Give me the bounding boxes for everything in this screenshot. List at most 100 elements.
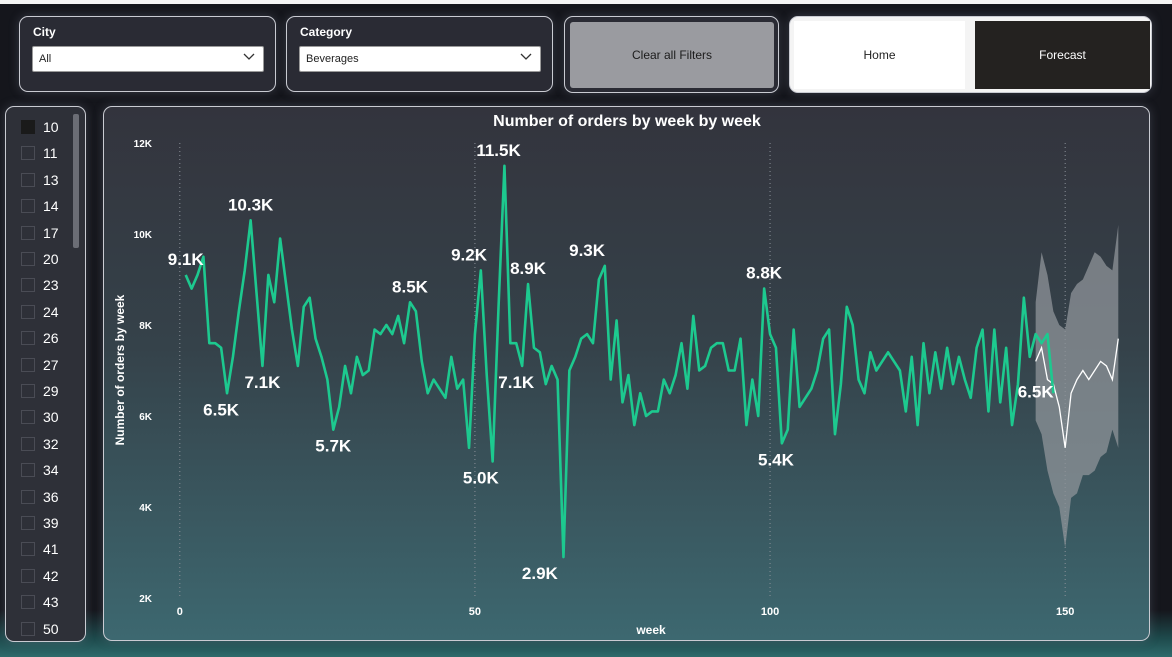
data-label: 7.1K xyxy=(244,373,281,392)
week-checkbox[interactable] xyxy=(21,516,35,530)
week-item-13[interactable]: 13 xyxy=(21,170,76,190)
week-label: 50 xyxy=(43,620,59,637)
data-label: 11.5K xyxy=(476,141,521,160)
week-label: 39 xyxy=(43,515,59,531)
week-item-42[interactable]: 42 xyxy=(21,566,76,586)
week-checkbox[interactable] xyxy=(21,410,35,425)
data-label: 9.1K xyxy=(168,250,205,269)
week-checkbox[interactable] xyxy=(21,436,35,451)
week-checkbox[interactable] xyxy=(21,172,35,187)
week-item-50[interactable]: 50 xyxy=(21,619,76,639)
y-tick-label: 10K xyxy=(134,230,153,241)
y-tick-label: 12K xyxy=(134,139,153,150)
week-item-34[interactable]: 34 xyxy=(21,460,76,480)
orders-chart-card: Number of orders by week by week Number … xyxy=(103,106,1150,641)
chart-title: Number of orders by week by week xyxy=(493,113,761,130)
x-tick-label: 50 xyxy=(469,606,481,618)
week-item-36[interactable]: 36 xyxy=(21,487,76,507)
week-checkbox[interactable] xyxy=(21,331,35,346)
week-checkbox[interactable] xyxy=(21,463,35,478)
data-label: 2.9K xyxy=(522,564,559,583)
week-label: 30 xyxy=(43,409,59,426)
category-dropdown[interactable]: Beverages xyxy=(299,46,541,72)
clear-filters-button[interactable]: Clear all Filters xyxy=(570,22,774,88)
data-label: 6.5K xyxy=(1018,382,1055,401)
y-tick-label: 4K xyxy=(139,503,153,514)
x-tick-label: 100 xyxy=(761,606,779,618)
week-item-10[interactable]: 10 xyxy=(21,117,76,137)
city-slicer-title: City xyxy=(33,25,56,39)
week-item-29[interactable]: 29 xyxy=(21,381,76,401)
top-border xyxy=(0,0,1172,4)
week-item-23[interactable]: 23 xyxy=(21,275,76,295)
data-label: 8.9K xyxy=(510,259,547,278)
week-label: 27 xyxy=(43,356,59,373)
week-label: 26 xyxy=(43,330,59,347)
week-item-27[interactable]: 27 xyxy=(21,355,76,375)
week-label: 34 xyxy=(43,462,59,479)
week-item-32[interactable]: 32 xyxy=(21,434,76,454)
week-label: 14 xyxy=(43,198,59,215)
week-item-14[interactable]: 14 xyxy=(21,196,76,216)
city-slicer: City All xyxy=(19,16,276,92)
week-checkbox[interactable] xyxy=(21,278,35,293)
week-item-41[interactable]: 41 xyxy=(21,539,76,559)
home-nav-button[interactable]: Home xyxy=(794,21,965,89)
data-label: 9.2K xyxy=(451,245,488,264)
forecast-nav-button[interactable]: Forecast xyxy=(975,21,1150,89)
week-checkbox[interactable] xyxy=(21,621,35,636)
city-dropdown-value: All xyxy=(39,53,52,65)
week-checkbox[interactable] xyxy=(21,542,35,557)
week-item-43[interactable]: 43 xyxy=(21,592,76,612)
data-label: 5.0K xyxy=(463,469,500,488)
page-navigator: Home Forecast xyxy=(789,16,1152,93)
week-checkbox[interactable] xyxy=(21,146,35,161)
week-item-24[interactable]: 24 xyxy=(21,302,76,322)
week-item-17[interactable]: 17 xyxy=(21,223,76,243)
week-checkbox[interactable] xyxy=(21,199,35,214)
data-label: 5.4K xyxy=(758,450,795,469)
orders-series-line xyxy=(184,164,1055,559)
week-label: 42 xyxy=(43,567,59,584)
chevron-down-icon xyxy=(243,53,255,60)
city-dropdown[interactable]: All xyxy=(32,46,264,72)
data-label: 7.1K xyxy=(498,373,535,392)
week-checkbox[interactable] xyxy=(21,384,35,398)
week-slicer: 10 11 13 14 17 20 23 24 26 27 29 30 32 34 36 39 41 42 43 50 xyxy=(5,106,86,642)
week-checkbox[interactable] xyxy=(21,489,35,504)
category-slicer-title: Category xyxy=(300,25,353,39)
y-tick-label: 2K xyxy=(139,594,153,605)
data-label: 9.3K xyxy=(569,241,606,260)
week-checkbox[interactable] xyxy=(21,357,35,372)
week-label: 32 xyxy=(43,435,59,452)
week-checkbox[interactable] xyxy=(21,568,35,583)
week-checkbox[interactable] xyxy=(21,225,35,240)
week-item-30[interactable]: 30 xyxy=(21,407,76,427)
week-label: 20 xyxy=(43,251,59,267)
week-slicer-scrollbar[interactable] xyxy=(73,114,79,248)
data-label: 5.7K xyxy=(315,437,352,456)
week-label: 13 xyxy=(43,171,59,188)
category-dropdown-value: Beverages xyxy=(306,53,359,65)
week-item-26[interactable]: 26 xyxy=(21,328,76,348)
data-label: 6.5K xyxy=(203,400,240,419)
data-label: 8.5K xyxy=(392,277,429,296)
y-tick-label: 6K xyxy=(139,412,153,423)
week-item-20[interactable]: 20 xyxy=(21,249,76,269)
week-label: 36 xyxy=(43,488,59,505)
orders-line-chart: Number of orders by week by week Number … xyxy=(113,113,1119,637)
week-checkbox[interactable] xyxy=(21,120,35,134)
x-tick-label: 0 xyxy=(177,606,183,618)
chevron-down-icon xyxy=(520,53,532,60)
x-tick-label: 150 xyxy=(1056,606,1074,618)
week-label: 17 xyxy=(43,224,59,241)
week-item-11[interactable]: 11 xyxy=(21,143,76,163)
data-label: 10.3K xyxy=(228,195,274,214)
week-checkbox[interactable] xyxy=(21,304,35,319)
week-checkbox[interactable] xyxy=(21,595,35,610)
x-axis-label: week xyxy=(635,623,666,637)
week-label: 41 xyxy=(43,541,59,558)
y-tick-label: 8K xyxy=(139,321,153,332)
week-item-39[interactable]: 39 xyxy=(21,513,76,533)
week-checkbox[interactable] xyxy=(21,252,35,266)
